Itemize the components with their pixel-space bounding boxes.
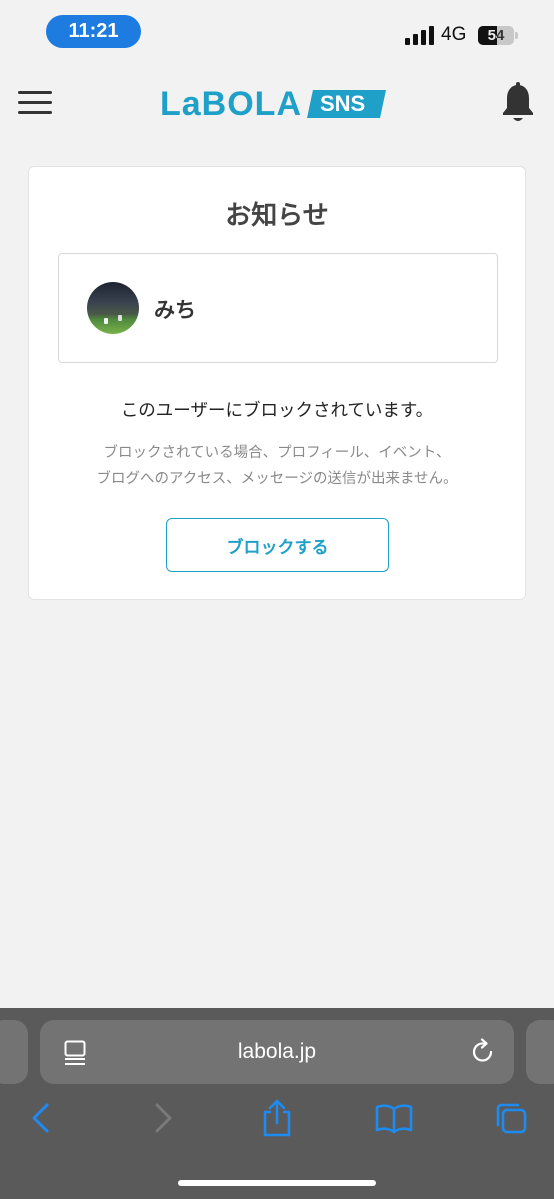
previous-tab-preview[interactable]	[0, 1020, 28, 1084]
network-type: 4G	[441, 24, 467, 45]
status-time: 11:21	[46, 15, 141, 48]
next-tab-preview[interactable]	[526, 1020, 554, 1084]
logo-text: LaBOLA	[160, 84, 302, 123]
logo-badge-text: SNS	[320, 91, 366, 116]
cellular-signal-icon	[405, 25, 435, 45]
blocked-description-line-1: ブロックされている場合、プロフィール、イベント、	[103, 445, 451, 461]
user-name[interactable]: みち	[154, 294, 196, 324]
bookmarks-icon[interactable]	[374, 1101, 414, 1135]
blocked-description: ブロックされている場合、プロフィール、イベント、 ブログへのアクセス、メッセージ…	[29, 440, 525, 492]
notification-bell-icon[interactable]	[500, 82, 536, 124]
notice-card: お知らせ みち このユーザーにブロックされています。 ブロックされている場合、プ…	[28, 166, 526, 600]
forward-icon[interactable]	[146, 1101, 180, 1135]
battery-cap	[515, 32, 518, 39]
app-header: LaBOLA SNS	[0, 66, 554, 140]
tabs-icon[interactable]	[494, 1101, 528, 1135]
reload-icon[interactable]	[470, 1038, 496, 1066]
menu-icon[interactable]	[18, 91, 52, 115]
battery-percent: 54	[487, 27, 505, 44]
share-icon[interactable]	[260, 1098, 294, 1138]
url-text[interactable]: labola.jp	[40, 1040, 514, 1064]
block-user-button[interactable]: ブロックする	[166, 518, 389, 572]
blocked-user-box[interactable]: みち	[58, 253, 498, 363]
battery-icon: 54	[478, 26, 514, 45]
home-indicator[interactable]	[178, 1180, 376, 1186]
notice-title: お知らせ	[225, 201, 329, 231]
labola-logo[interactable]: LaBOLA SNS	[160, 84, 387, 124]
status-bar: 11:21 4G 54	[0, 0, 554, 66]
address-bar[interactable]: labola.jp	[40, 1020, 514, 1084]
blocked-description-line-2: ブログへのアクセス、メッセージの送信が出来ません。	[96, 471, 458, 487]
logo-badge: SNS	[307, 90, 387, 118]
back-icon[interactable]	[26, 1101, 60, 1135]
user-avatar[interactable]	[87, 282, 139, 334]
browser-bottom-bar: labola.jp	[0, 1008, 554, 1199]
blocked-message: このユーザーにブロックされています。	[120, 401, 434, 421]
